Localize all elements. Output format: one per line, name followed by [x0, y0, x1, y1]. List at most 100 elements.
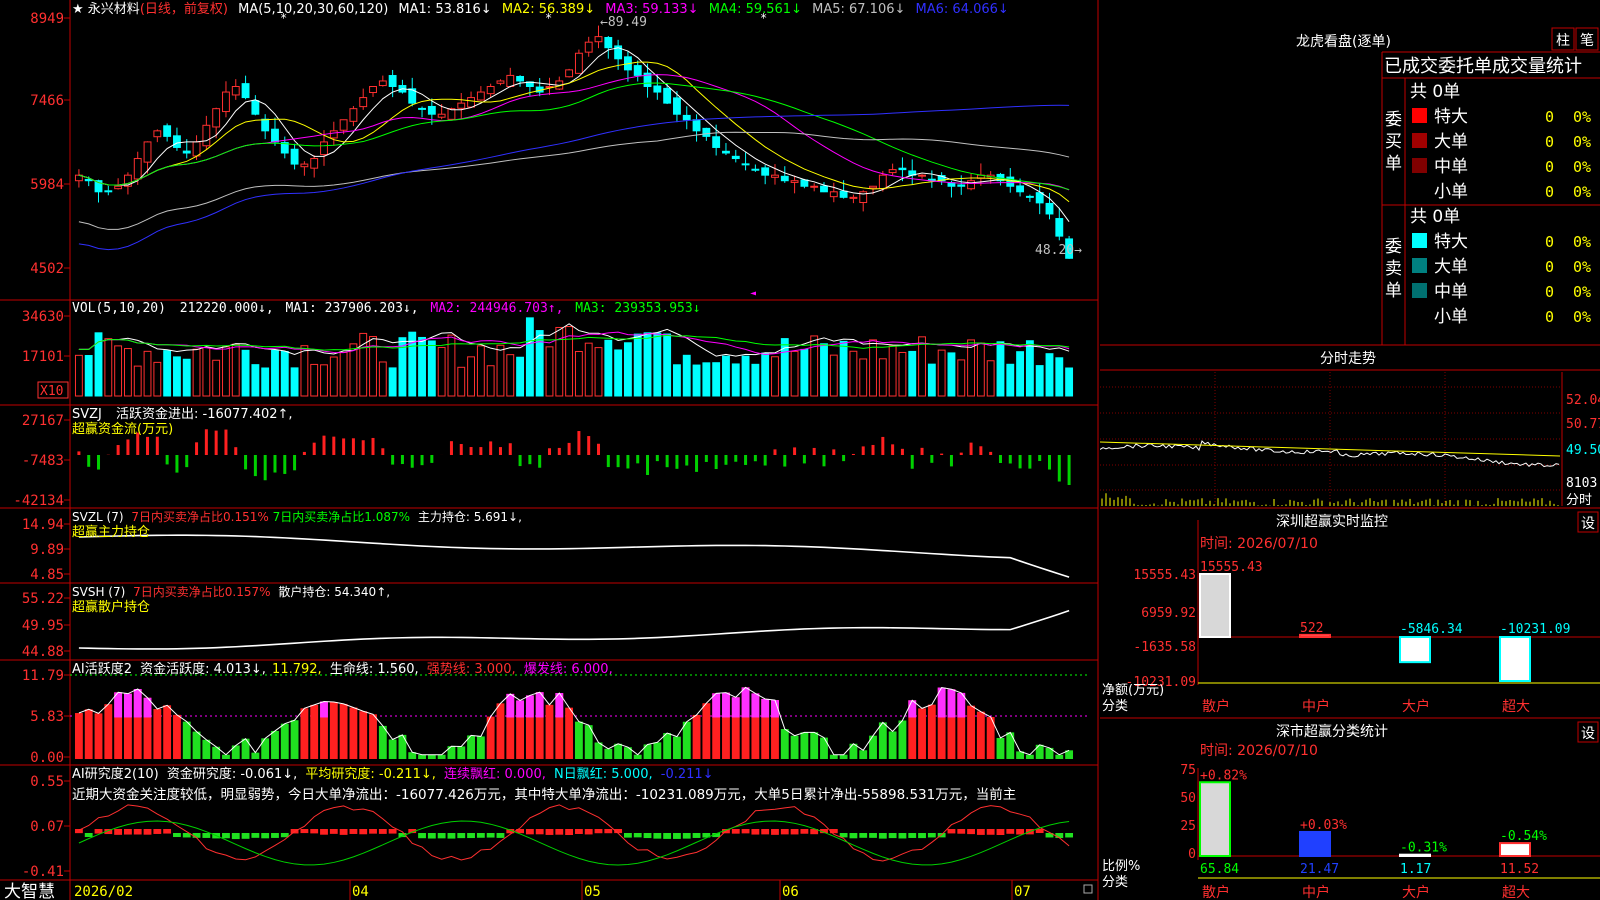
vol-header: VOL(5,10,20) 212220.000↓, MA1: 237906.20…	[72, 301, 701, 316]
volume-bar	[702, 362, 711, 397]
vol-ytick: 34630	[22, 309, 64, 325]
flow-bar	[430, 455, 434, 463]
minute-ytick: 52.04	[1566, 393, 1600, 408]
volume-bar	[418, 336, 426, 397]
flow-bar	[498, 447, 502, 455]
order-count: 0	[1545, 183, 1554, 201]
flow-bar	[342, 438, 346, 455]
research-bar	[653, 833, 662, 839]
activity-bar	[810, 732, 819, 759]
legend-swatch	[1412, 108, 1427, 123]
research-bar	[143, 829, 152, 835]
research-bar	[496, 833, 505, 838]
candle	[496, 80, 505, 84]
research-bar	[349, 829, 358, 834]
candle	[878, 174, 887, 190]
svzj-header: SVZJ 活跃资金进出: -16077.402↑,	[72, 406, 293, 422]
volume-pane[interactable]	[74, 317, 1074, 397]
volume-bar	[545, 346, 554, 397]
category-label: 散户	[1202, 884, 1230, 900]
candle	[810, 185, 819, 188]
activity-bar	[251, 752, 260, 759]
net-flow-bar	[1399, 636, 1431, 664]
research-bar	[320, 829, 328, 835]
aiyj-pane[interactable]	[74, 804, 1074, 866]
activity-bar-peak	[761, 698, 770, 718]
kline-high-label: ←89.49	[600, 15, 647, 30]
legend-swatch	[1412, 158, 1427, 173]
minute-chart[interactable]	[1100, 372, 1563, 506]
volume-bar	[192, 348, 201, 397]
candle	[163, 125, 172, 137]
candle	[133, 158, 142, 180]
research-bar	[624, 833, 632, 838]
volume-bar	[574, 351, 583, 397]
activity-bar	[878, 722, 887, 759]
activity-bar	[398, 734, 407, 759]
activity-bar-peak	[741, 687, 750, 718]
candle	[506, 74, 515, 87]
flow-bar	[449, 441, 453, 455]
flow-bar	[851, 453, 855, 455]
volume-bar	[437, 346, 446, 397]
candle	[173, 135, 181, 148]
flow-bar	[175, 455, 179, 473]
svsh-pane[interactable]	[78, 609, 1070, 650]
svzj-pane[interactable]	[77, 429, 1071, 485]
research-bar	[633, 833, 642, 838]
volume-bar	[623, 342, 632, 397]
buy-side-label-2: 买	[1385, 132, 1402, 152]
volume-bar	[633, 333, 642, 397]
kline-pane[interactable]: * * *◄	[74, 11, 1074, 299]
volume-bar	[241, 349, 250, 397]
candle	[378, 80, 387, 87]
right-panel[interactable]: 龙虎看盘(逐单) 柱 笔 已成交委托单成交量统计 委 买 单 委 卖 单 共 0…	[1100, 0, 1600, 900]
svzl-pane[interactable]	[78, 534, 1070, 578]
cursor-marker-icon: ◄	[750, 288, 756, 299]
candle	[604, 36, 613, 49]
research-bar	[604, 829, 613, 834]
ma-line-1	[78, 47, 1070, 223]
candle	[437, 113, 446, 118]
aihy-pane[interactable]	[70, 674, 1090, 759]
activity-bar-peak	[751, 693, 760, 718]
volume-bar	[516, 356, 525, 397]
volume-bar	[947, 352, 956, 397]
date-tick: 07	[1014, 884, 1031, 900]
main-chart-area[interactable]: 8949 7466 5984 4502 34630 17101 27167 -7…	[0, 0, 1100, 900]
candle	[241, 83, 250, 99]
activity-bar	[820, 737, 828, 759]
candle	[829, 191, 838, 198]
flow-bar	[1038, 455, 1042, 462]
candle	[222, 91, 230, 113]
volume-bar	[614, 349, 623, 397]
flow-bar	[322, 435, 326, 455]
order-type-label: 大单	[1434, 257, 1468, 277]
lock-icon[interactable]	[1083, 884, 1093, 894]
net-flow-value: -10231.09	[1500, 622, 1570, 637]
svzj-ytick: 27167	[22, 413, 64, 429]
sell-total: 共 0单	[1410, 207, 1460, 227]
research-bar	[241, 833, 250, 839]
volume-bar	[496, 344, 505, 397]
order-pct: 0%	[1573, 183, 1591, 201]
date-tick: 04	[352, 884, 369, 900]
activity-bar	[780, 729, 789, 759]
flow-bar	[459, 444, 463, 455]
flow-bar	[165, 455, 169, 465]
flow-bar	[381, 448, 385, 455]
volume-bar	[888, 345, 897, 397]
ratio-change: +0.82%	[1200, 768, 1247, 783]
research-bar	[84, 833, 93, 838]
candle	[565, 69, 574, 78]
candle	[182, 150, 191, 154]
svsh-ytick: 49.95	[22, 618, 64, 634]
research-bar	[369, 829, 377, 834]
volume-bar	[908, 350, 917, 397]
category-label: 大户	[1402, 884, 1430, 900]
flow-bar	[1057, 455, 1061, 482]
candle	[212, 108, 221, 128]
sz-stats-xlabel: 分类	[1102, 875, 1128, 890]
legend-swatch	[1412, 233, 1427, 248]
flow-bar	[577, 431, 581, 455]
